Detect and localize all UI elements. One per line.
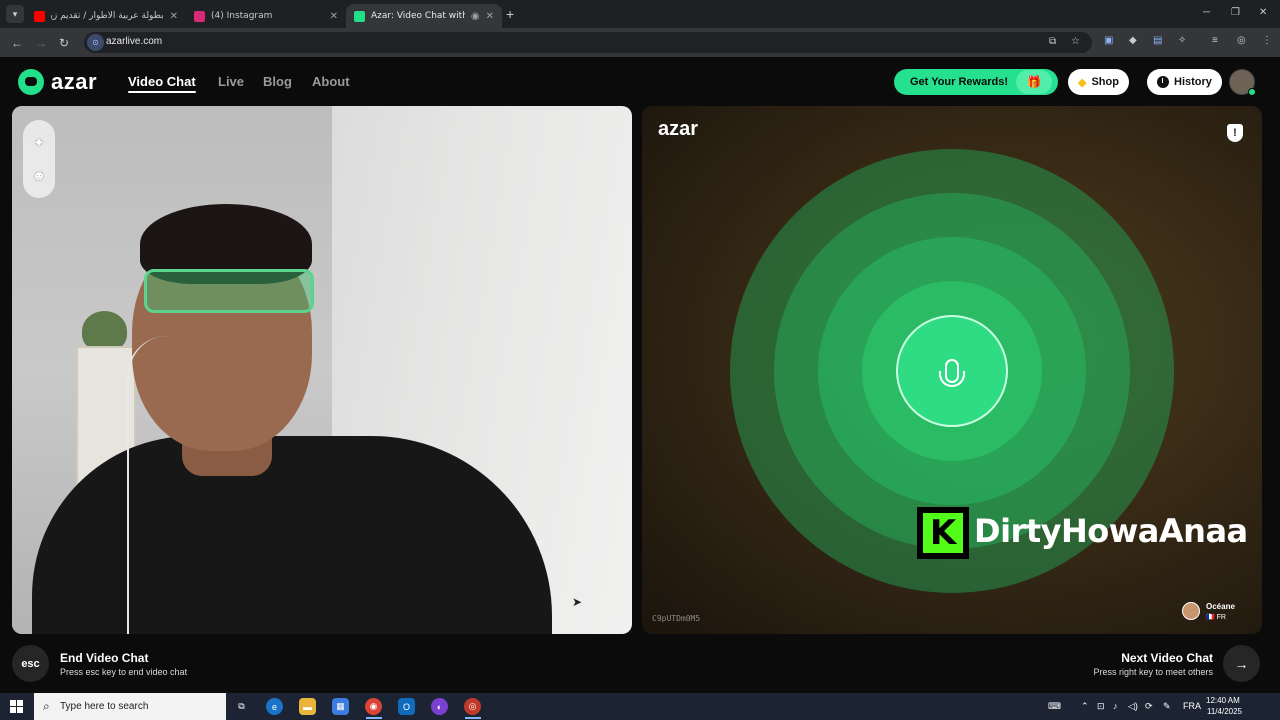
close-icon[interactable]: ✕ bbox=[170, 11, 178, 22]
azar-watermark: azar bbox=[658, 118, 699, 140]
streamer-overlay-name: DirtyHowaAnaa bbox=[974, 512, 1248, 550]
remote-video: azar ! K DirtyHowaAnaa C9pUTDm0M5 Océane… bbox=[642, 106, 1262, 634]
peer-name: Océane bbox=[1206, 602, 1235, 611]
shop-button[interactable]: ◆ Shop bbox=[1068, 69, 1129, 95]
forward-icon[interactable]: → bbox=[35, 36, 47, 50]
tab-youtube[interactable]: بطولة عربية الأطوار / تقديم زيادة ✕ bbox=[26, 4, 186, 28]
new-tab-icon[interactable]: + bbox=[506, 6, 514, 22]
address-bar: ← → ↻ ⊙ azarlive.com ⧉ ☆ ▣ ◆ ▤ ✧ ≡ ◎ ⋮ bbox=[0, 28, 1280, 57]
tab-instagram[interactable]: (4) Instagram ✕ bbox=[186, 4, 346, 28]
tab-azar[interactable]: Azar: Video Chat with New ◉ ✕ bbox=[346, 4, 502, 28]
earphone-wire bbox=[127, 336, 247, 634]
end-chat-button[interactable]: esc bbox=[12, 645, 49, 682]
instagram-icon bbox=[194, 10, 205, 22]
messenger-icon[interactable]: ◐ bbox=[431, 698, 448, 715]
close-window-icon[interactable]: ✕ bbox=[1259, 7, 1267, 18]
gift-icon: 🎁 bbox=[1016, 70, 1052, 94]
end-chat-title: End Video Chat bbox=[60, 651, 149, 665]
plant bbox=[82, 311, 127, 351]
recording-icon: ◉ bbox=[470, 10, 480, 22]
network-icon[interactable]: ⊡ bbox=[1097, 701, 1105, 712]
tab-search-icon[interactable]: ▾ bbox=[6, 5, 24, 23]
edge-icon[interactable]: e bbox=[266, 698, 283, 715]
online-status-dot bbox=[1248, 88, 1256, 96]
youtube-icon bbox=[34, 10, 45, 22]
report-shield-icon[interactable]: ! bbox=[1227, 124, 1243, 142]
arrow-right-icon: → bbox=[1234, 655, 1249, 672]
extension-icon[interactable]: ◆ bbox=[1129, 35, 1137, 46]
store-icon[interactable]: ▦ bbox=[332, 698, 349, 715]
sync-icon[interactable]: ⟳ bbox=[1145, 701, 1153, 712]
close-icon[interactable]: ✕ bbox=[486, 11, 494, 22]
screen-recorder-icon[interactable]: ◎ bbox=[464, 698, 481, 715]
puzzle-icon[interactable]: ✧ bbox=[1178, 35, 1186, 46]
nav-blog[interactable]: Blog bbox=[263, 74, 292, 89]
next-chat-button[interactable]: → bbox=[1223, 645, 1260, 682]
azar-logo-icon bbox=[18, 69, 44, 95]
person-body bbox=[32, 436, 552, 634]
cast-icon[interactable]: ⧉ bbox=[1049, 36, 1056, 47]
close-icon[interactable]: ✕ bbox=[330, 11, 338, 22]
volume-icon[interactable]: ◁) bbox=[1128, 701, 1138, 712]
next-chat-hint: Press right key to meet others bbox=[1093, 667, 1213, 677]
clock-icon bbox=[1157, 76, 1169, 88]
menu-icon[interactable]: ⋮ bbox=[1262, 35, 1272, 46]
nav-live[interactable]: Live bbox=[218, 74, 244, 89]
nav-video-chat[interactable]: Video Chat bbox=[128, 74, 196, 93]
restore-icon[interactable]: ❐ bbox=[1231, 7, 1240, 18]
next-chat-title: Next Video Chat bbox=[1121, 651, 1213, 665]
get-rewards-button[interactable]: Get Your Rewards! 🎁 bbox=[894, 69, 1058, 95]
history-button[interactable]: History bbox=[1147, 69, 1222, 95]
windows-taskbar: ⌕ Type here to search ⧉ e ▬ ▦ ◉ O ◐ ◎ ⌨ … bbox=[0, 693, 1280, 720]
search-icon: ⌕ bbox=[43, 699, 50, 713]
mouse-cursor-icon: ➤ bbox=[572, 595, 583, 609]
show-hidden-icons[interactable]: ⌃ bbox=[1081, 701, 1089, 712]
azar-logo[interactable]: azar bbox=[18, 69, 97, 95]
azar-favicon-icon bbox=[354, 10, 365, 22]
profile-icon[interactable]: ◎ bbox=[1237, 35, 1246, 46]
task-view-icon[interactable]: ⧉ bbox=[233, 698, 250, 715]
file-explorer-icon[interactable]: ▬ bbox=[299, 698, 316, 715]
back-icon[interactable]: ← bbox=[11, 36, 23, 50]
translate-extension-icon[interactable]: ▣ bbox=[1104, 35, 1113, 46]
site-info-icon[interactable]: ⊙ bbox=[87, 34, 104, 51]
clock-date[interactable]: 11/4/2025 bbox=[1207, 707, 1242, 716]
windows-start-icon[interactable] bbox=[10, 700, 23, 713]
local-video bbox=[12, 106, 632, 634]
pen-icon[interactable]: ✎ bbox=[1163, 701, 1171, 712]
bookmark-star-icon[interactable]: ☆ bbox=[1071, 36, 1080, 47]
screenshot-extension-icon[interactable]: ▤ bbox=[1153, 35, 1162, 46]
chrome-icon[interactable]: ◉ bbox=[365, 698, 382, 715]
face-filter-icon[interactable]: ☻ bbox=[32, 168, 46, 183]
end-chat-hint: Press esc key to end video chat bbox=[60, 667, 188, 677]
kick-logo-icon: K bbox=[917, 507, 969, 559]
url-field[interactable]: ⊙ azarlive.com ⧉ ☆ bbox=[84, 32, 1092, 53]
effects-toolbar: ✦ ☻ bbox=[23, 120, 55, 198]
minimize-icon[interactable]: ─ bbox=[1203, 7, 1210, 18]
sparkle-effects-icon[interactable]: ✦ bbox=[34, 135, 45, 151]
keyboard-icon[interactable]: ⌨ bbox=[1048, 701, 1061, 712]
browser-tab-bar: ▾ بطولة عربية الأطوار / تقديم زيادة ✕ (4… bbox=[0, 0, 1280, 28]
gem-icon: ◆ bbox=[1078, 76, 1087, 89]
azar-site: azar Video Chat Live Blog About Get Your… bbox=[0, 57, 1280, 693]
peer-avatar[interactable] bbox=[1182, 602, 1200, 620]
glasses bbox=[144, 269, 314, 313]
taskbar-search-input[interactable]: ⌕ Type here to search bbox=[34, 693, 226, 720]
media-icon[interactable]: ≡ bbox=[1212, 35, 1218, 46]
outlook-icon[interactable]: O bbox=[398, 698, 415, 715]
peer-country: 🇫🇷 FR bbox=[1206, 614, 1226, 621]
reload-icon[interactable]: ↻ bbox=[59, 36, 69, 50]
input-language[interactable]: FRA bbox=[1183, 701, 1201, 711]
nav-about[interactable]: About bbox=[312, 74, 350, 89]
microphone-tray-icon[interactable]: ♪ bbox=[1113, 701, 1118, 711]
clock-time[interactable]: 12:40 AM bbox=[1206, 696, 1240, 705]
room-id: C9pUTDm0M5 bbox=[652, 614, 701, 623]
microphone-icon bbox=[896, 315, 1008, 427]
